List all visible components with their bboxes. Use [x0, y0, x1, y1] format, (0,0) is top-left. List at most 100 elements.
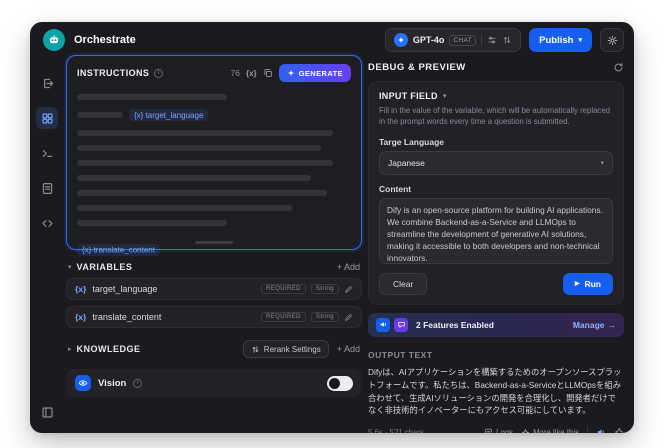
knowledge-title: KNOWLEDGE — [76, 344, 141, 354]
rail-panel-icon[interactable] — [36, 401, 58, 423]
rail-orchestrate-icon[interactable] — [36, 107, 58, 129]
skeleton-line — [77, 94, 227, 100]
header: Orchestrate GPT-4o CHAT Publish ▾ — [30, 22, 634, 58]
features-banner: 2 Features Enabled Manage → — [368, 312, 624, 337]
generate-label: GENERATE — [298, 68, 343, 78]
eye-icon — [75, 375, 91, 391]
speaker-icon[interactable] — [596, 427, 606, 433]
rerank-label: Rerank Settings — [263, 344, 321, 354]
input-field-description: Fill in the value of the variable, which… — [379, 106, 610, 126]
instructions-actions: 76 {x} GENERATE — [231, 64, 351, 82]
debug-panel: DEBUG & PREVIEW INPUT FIELD ▾ Fill in th… — [368, 62, 624, 433]
variable-chip-target-language[interactable]: {x} target_language — [129, 109, 209, 121]
left-rail — [30, 58, 64, 433]
model-icon — [393, 33, 408, 47]
generate-button[interactable]: GENERATE — [278, 64, 351, 82]
settings-button[interactable] — [600, 28, 624, 52]
divider — [587, 427, 588, 433]
skeleton-line — [77, 220, 227, 226]
vision-toggle[interactable] — [327, 375, 353, 391]
type-badge: String — [310, 312, 339, 322]
copy-icon[interactable] — [263, 68, 273, 78]
arrow-right-icon: → — [607, 319, 617, 330]
orchestrate-panel: INSTRUCTIONS 76 {x} GENERATE — [66, 55, 362, 397]
app-window: Orchestrate GPT-4o CHAT Publish ▾ INSTRU… — [30, 22, 634, 433]
input-field-title: INPUT FIELD — [379, 91, 438, 101]
variable-chip-translate-content[interactable]: {x} translate_content — [77, 243, 160, 256]
target-language-select[interactable]: Japanese ▾ — [379, 150, 613, 175]
model-name: GPT-4o — [412, 35, 445, 45]
variable-row-target-language[interactable]: {x} target_language REQUIRED String — [66, 278, 362, 300]
skeleton-line — [77, 175, 311, 181]
variable-row-translate-content[interactable]: {x} translate_content REQUIRED String — [66, 306, 362, 328]
skeleton-line — [77, 190, 327, 196]
variables-title: VARIABLES — [76, 262, 133, 272]
debug-title: DEBUG & PREVIEW — [368, 62, 466, 73]
insert-variable-icon[interactable]: {x} — [246, 69, 257, 78]
clear-button[interactable]: Clear — [379, 272, 428, 295]
header-actions: GPT-4o CHAT Publish ▾ — [384, 28, 624, 52]
output-text: Difyは、AIアプリケーションを構築するためのオープンソースプラットフォームで… — [368, 366, 622, 416]
input-field-header[interactable]: INPUT FIELD ▾ — [379, 91, 613, 101]
variable-name: translate_content — [92, 312, 162, 322]
manage-features-button[interactable]: Manage → — [573, 320, 616, 330]
text-to-speech-icon — [376, 317, 390, 332]
required-badge: REQUIRED — [261, 284, 306, 294]
chevron-right-icon: ▸ — [68, 346, 72, 353]
rail-terminal-icon[interactable] — [36, 142, 58, 164]
swap-icon[interactable] — [502, 35, 512, 45]
thumbs-up-icon[interactable] — [614, 427, 624, 433]
run-button[interactable]: ▶ Run — [562, 272, 613, 295]
rail-logs-icon[interactable] — [36, 177, 58, 199]
run-label: Run — [584, 278, 601, 289]
info-icon — [133, 378, 143, 388]
model-selector[interactable]: GPT-4o CHAT — [384, 28, 522, 52]
logs-button[interactable]: Logs — [484, 428, 513, 433]
play-icon: ▶ — [574, 281, 580, 288]
features-count-text: 2 Features Enabled — [416, 319, 494, 330]
output-title: OUTPUT TEXT — [368, 349, 433, 360]
add-knowledge-button[interactable]: + Add — [337, 344, 360, 354]
rerank-settings-button[interactable]: Rerank Settings — [242, 340, 329, 358]
scrollbar[interactable] — [195, 241, 233, 244]
output-section: OUTPUT TEXT Difyは、AIアプリケーションを構築するためのオープン… — [368, 350, 624, 433]
prompt-skeleton: {x} target_language {x} translate_conten… — [77, 94, 351, 257]
vision-feature-row: Vision — [66, 369, 362, 397]
variable-name: target_language — [92, 284, 158, 294]
chevron-down-icon: ▾ — [578, 37, 582, 44]
skeleton-line: {x} target_language — [77, 109, 351, 121]
instructions-editor[interactable]: INSTRUCTIONS 76 {x} GENERATE — [66, 55, 362, 256]
knowledge-header[interactable]: ▸ KNOWLEDGE Rerank Settings + Add — [66, 340, 362, 358]
debug-header: DEBUG & PREVIEW — [368, 62, 624, 73]
model-mode-badge: CHAT — [449, 34, 477, 46]
instructions-header: INSTRUCTIONS 76 {x} GENERATE — [77, 64, 351, 82]
sliders-icon[interactable] — [487, 35, 497, 45]
target-language-value: Japanese — [388, 157, 425, 168]
instructions-title: INSTRUCTIONS — [77, 68, 150, 78]
skeleton-line — [77, 205, 293, 211]
rail-back-icon[interactable] — [36, 72, 58, 94]
required-badge: REQUIRED — [261, 312, 306, 322]
vision-label: Vision — [98, 377, 127, 389]
publish-button[interactable]: Publish ▾ — [529, 28, 592, 52]
edit-icon[interactable] — [344, 313, 353, 322]
page-title: Orchestrate — [74, 34, 136, 46]
variable-token-icon: {x} — [75, 312, 87, 322]
edit-icon[interactable] — [344, 285, 353, 294]
chevron-down-icon: ▾ — [68, 264, 72, 271]
more-like-this-button[interactable]: More like this — [521, 428, 579, 433]
divider — [481, 34, 483, 46]
refresh-icon[interactable] — [613, 62, 624, 73]
type-badge: String — [310, 284, 339, 294]
conversation-icon — [394, 317, 408, 332]
chevron-down-icon: ▾ — [600, 159, 604, 167]
chevron-down-icon: ▾ — [442, 93, 447, 100]
target-language-label: Targe Language — [379, 136, 445, 147]
content-input[interactable]: Dify is an open-source platform for buil… — [379, 197, 613, 264]
rail-api-icon[interactable] — [36, 212, 58, 234]
skeleton-line — [77, 145, 321, 151]
output-footer: 5.6s · 521 chars Logs More like this — [368, 427, 624, 433]
variables-header[interactable]: ▾ VARIABLES + Add — [66, 262, 362, 272]
char-count: 76 — [230, 68, 240, 78]
add-variable-button[interactable]: + Add — [337, 262, 360, 272]
